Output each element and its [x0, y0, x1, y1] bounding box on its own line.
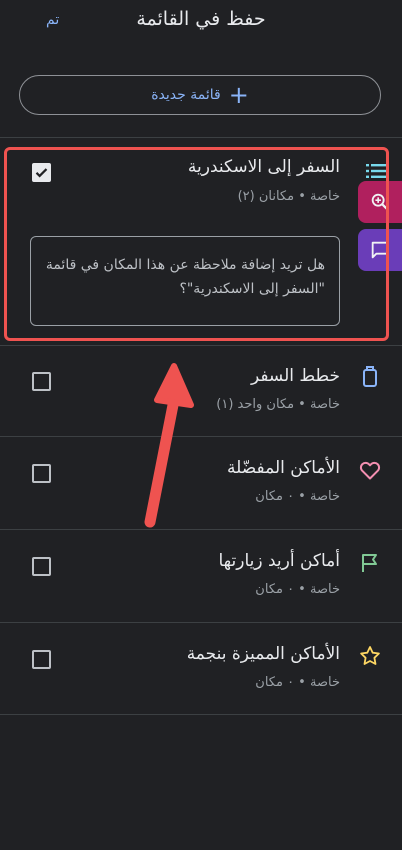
header: تم حفظ في القائمة — [0, 0, 402, 46]
list-item-favorites[interactable]: الأماكن المفضّلة خاصة • ٠ مكان — [0, 437, 402, 528]
note-prompt-field[interactable]: هل تريد إضافة ملاحظة عن هذا المكان في قا… — [30, 236, 340, 326]
list-meta: خاصة • مكان واحد (١) — [216, 397, 340, 412]
new-list-button[interactable]: قائمة جديدة + — [19, 75, 381, 115]
star-icon — [360, 646, 380, 665]
list-name: الأماكن المميزة بنجمة — [186, 644, 340, 664]
list-item-want-to-go[interactable]: أماكن أريد زيارتها خاصة • ٠ مكان — [0, 530, 402, 622]
list-name: الأماكن المفضّلة — [227, 458, 340, 478]
new-list-label: قائمة جديدة — [151, 87, 221, 103]
zoom-button[interactable] — [358, 181, 402, 223]
list-meta: خاصة • مكانان (٢) — [237, 189, 340, 204]
list-icon — [366, 164, 386, 178]
zoom-icon — [371, 193, 389, 211]
list-item-starred[interactable]: الأماكن المميزة بنجمة خاصة • ٠ مكان — [0, 623, 402, 714]
checkmark-icon — [35, 168, 48, 178]
divider — [0, 714, 402, 715]
heart-icon — [359, 461, 381, 480]
list-name: السفر إلى الاسكندرية — [187, 157, 340, 177]
list-name: أماكن أريد زيارتها — [218, 551, 340, 571]
list-item-travel-plans[interactable]: خطط السفر خاصة • مكان واحد (١) — [0, 346, 402, 436]
checkbox-starred[interactable] — [32, 650, 51, 669]
checkbox-want-to-go[interactable] — [32, 557, 51, 576]
checkbox-alexandria[interactable] — [32, 163, 51, 182]
plus-icon: + — [228, 81, 249, 109]
list-meta: خاصة • ٠ مكان — [255, 489, 340, 504]
checkbox-travel-plans[interactable] — [32, 372, 51, 391]
annotation-arrow-icon — [144, 363, 194, 528]
list-name: خطط السفر — [250, 366, 340, 386]
chat-button[interactable] — [358, 229, 402, 271]
page-title: حفظ في القائمة — [136, 8, 266, 30]
luggage-icon — [363, 366, 377, 387]
flag-icon — [362, 554, 377, 572]
checkbox-favorites[interactable] — [32, 464, 51, 483]
list-meta: خاصة • ٠ مكان — [255, 675, 340, 690]
chat-icon — [371, 241, 389, 259]
list-meta: خاصة • ٠ مكان — [255, 582, 340, 597]
